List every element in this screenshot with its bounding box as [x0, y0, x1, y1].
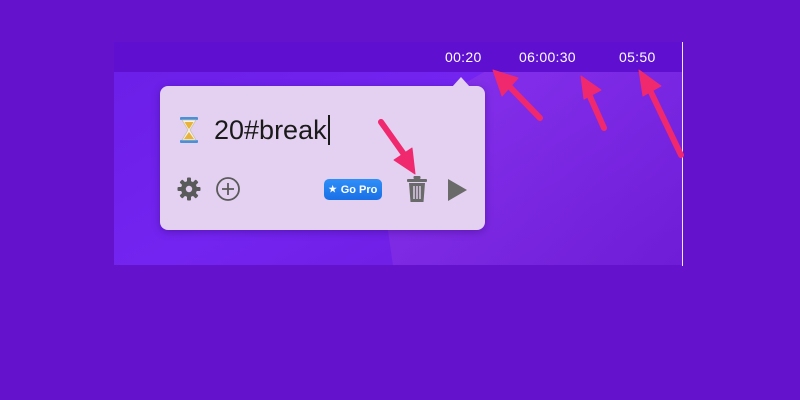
menubar-timer-1[interactable]: 00:20	[445, 49, 482, 65]
go-pro-label: Go Pro	[340, 183, 378, 196]
screen-edge-divider	[682, 42, 683, 266]
popover-controls: ★ Go Pro	[160, 174, 485, 206]
settings-button[interactable]	[176, 176, 202, 202]
delete-button[interactable]	[405, 175, 429, 203]
play-icon	[448, 179, 467, 201]
add-task-button[interactable]	[215, 176, 241, 202]
task-row: 20#break	[178, 114, 330, 146]
menubar-timer-2[interactable]: 06:00:30	[519, 49, 576, 65]
gear-icon	[177, 177, 201, 201]
trash-icon	[407, 176, 427, 202]
hourglass-icon	[180, 117, 198, 143]
star-icon: ★	[328, 184, 337, 194]
plus-circle-icon	[216, 177, 240, 201]
menubar-timer-3[interactable]: 05:50	[619, 49, 656, 65]
start-timer-button[interactable]	[444, 176, 470, 204]
go-pro-button[interactable]: ★ Go Pro	[324, 179, 382, 200]
menu-bar: 00:20 06:00:30 05:50	[114, 42, 682, 72]
timer-popover: 20#break ★ Go Pro	[160, 77, 485, 230]
task-name-input[interactable]: 20#break	[214, 115, 330, 145]
